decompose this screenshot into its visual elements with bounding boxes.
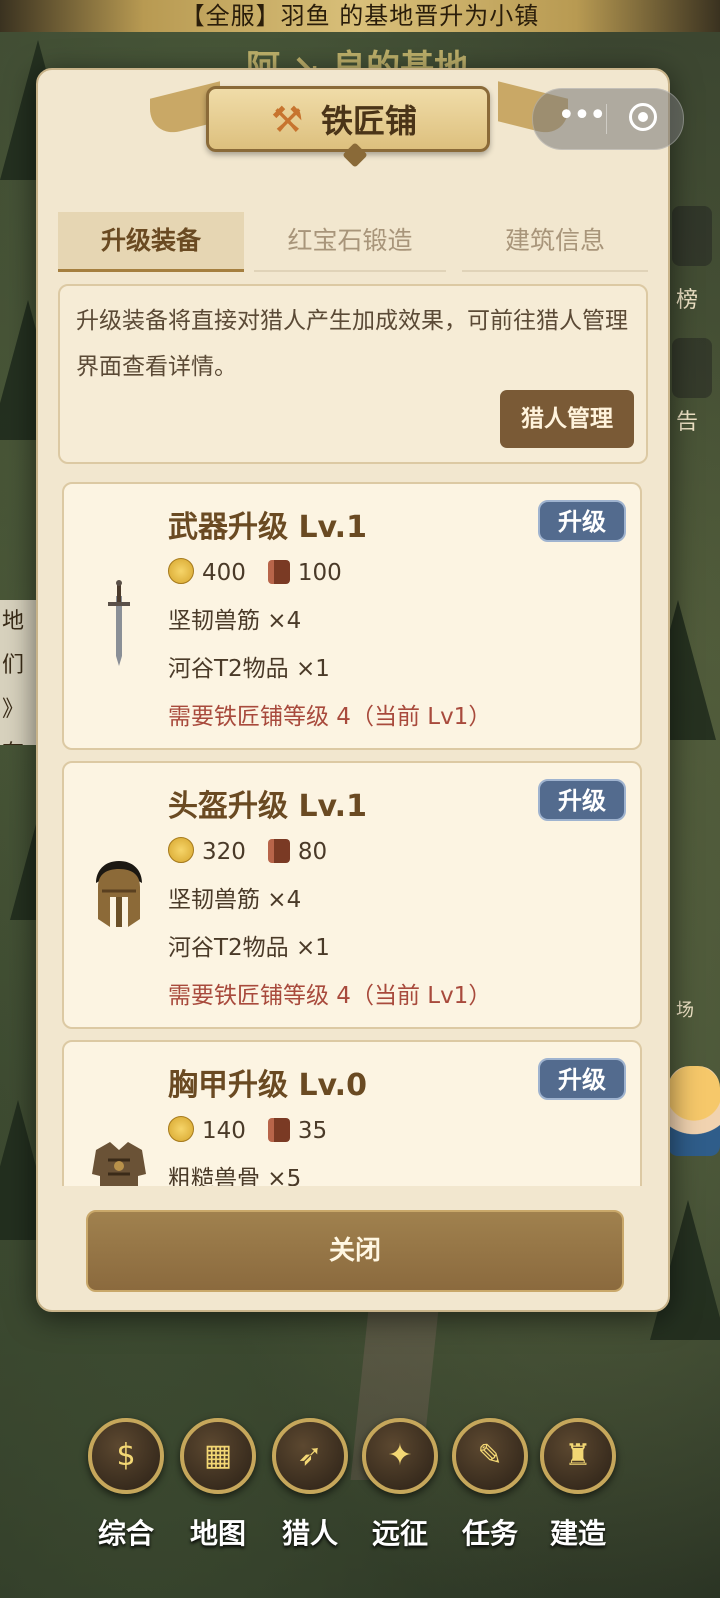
ranking-label[interactable]: 榜 <box>676 282 698 314</box>
nav-expedition[interactable]: 远征 <box>360 1512 440 1552</box>
scroll-icon[interactable]: ✎ <box>452 1418 528 1494</box>
card-title: 武器升级 Lv.1 <box>168 510 367 545</box>
equipment-list[interactable]: 武器升级 Lv.1 升级 400 100 坚韧兽筋 ×4 河谷T2物品 ×1 需要… <box>62 480 644 1186</box>
helmet-icon <box>96 861 142 927</box>
wood-cost: 100 <box>297 560 342 586</box>
blacksmith-modal: 升级装备 红宝石锻造 建筑信息 升级装备将直接对猎人产生加成效果，可前往猎人管理… <box>36 68 670 1312</box>
material-line: 河谷T2物品 ×1 <box>168 935 330 961</box>
coin-icon[interactable]: $ <box>88 1418 164 1494</box>
nav-map[interactable]: 地图 <box>178 1512 258 1552</box>
wood-icon <box>267 1118 290 1142</box>
compass-icon[interactable]: ✦ <box>362 1418 438 1494</box>
gold-coin-icon <box>168 1116 194 1142</box>
material-line: 河谷T2物品 ×1 <box>168 656 330 682</box>
material-line: 坚韧兽筋 ×4 <box>168 608 302 634</box>
more-options-icon[interactable]: ••• <box>553 101 609 133</box>
upgrade-button[interactable]: 升级 <box>538 500 626 542</box>
info-text: 升级装备将直接对猎人产生加成效果，可前往猎人管理界面查看详情。 <box>76 308 628 380</box>
chest-armor-icon <box>92 1142 146 1186</box>
material-line: 粗糙兽骨 ×5 <box>168 1166 302 1186</box>
tab-ruby-forging[interactable]: 红宝石锻造 <box>254 212 446 272</box>
capsule-divider <box>606 104 607 134</box>
bow-icon[interactable]: ➶ <box>272 1418 348 1494</box>
cost-row: 400 100 <box>168 558 342 588</box>
close-miniprogram-icon[interactable] <box>629 103 657 131</box>
requirement-text: 需要铁匠铺等级 4（当前 Lv1） <box>168 704 492 730</box>
cost-row: 140 35 <box>168 1116 327 1146</box>
arena-label[interactable]: 场 <box>676 996 694 1022</box>
weapon-upgrade-card: 武器升级 Lv.1 升级 400 100 坚韧兽筋 ×4 河谷T2物品 ×1 需要… <box>62 482 642 750</box>
tab-building-info[interactable]: 建筑信息 <box>462 212 648 272</box>
gold-coin-icon <box>168 837 194 863</box>
right-side-button[interactable] <box>672 206 712 266</box>
requirement-text: 需要铁匠铺等级 4（当前 Lv1） <box>168 983 492 1009</box>
gold-cost: 320 <box>202 839 246 865</box>
card-title: 胸甲升级 Lv.0 <box>168 1068 367 1103</box>
castle-icon[interactable]: ♜ <box>540 1418 616 1494</box>
material-line: 坚韧兽筋 ×4 <box>168 887 302 913</box>
info-box: 升级装备将直接对猎人产生加成效果，可前往猎人管理界面查看详情。 猎人管理 <box>58 284 648 464</box>
cost-row: 320 80 <box>168 837 327 867</box>
wood-icon <box>267 560 290 584</box>
hunter-management-button[interactable]: 猎人管理 <box>500 390 634 448</box>
sword-icon <box>108 580 130 666</box>
announcement-banner: 【全服】羽鱼 的基地晋升为小镇 <box>0 0 720 32</box>
modal-title: 铁匠铺 <box>321 102 418 140</box>
miniprogram-capsule: ••• <box>532 88 684 150</box>
map-icon[interactable]: ▦ <box>180 1418 256 1494</box>
gold-coin-icon <box>168 558 194 584</box>
nav-general[interactable]: 综合 <box>86 1512 166 1552</box>
gold-cost: 400 <box>202 560 246 586</box>
close-button[interactable]: 关闭 <box>86 1210 624 1292</box>
gold-cost: 140 <box>202 1118 246 1144</box>
notice-label[interactable]: 告 <box>676 404 698 436</box>
modal-title-scroll: ⚒ 铁匠铺 <box>206 86 490 152</box>
wood-icon <box>267 839 290 863</box>
tab-bar: 升级装备 红宝石锻造 建筑信息 <box>58 212 650 272</box>
wood-cost: 35 <box>297 1118 328 1144</box>
helmet-upgrade-card: 头盔升级 Lv.1 升级 320 80 坚韧兽筋 ×4 河谷T2物品 ×1 需要铁… <box>62 761 642 1029</box>
right-side-button[interactable] <box>672 338 712 398</box>
upgrade-button[interactable]: 升级 <box>538 1058 626 1100</box>
nav-hunters[interactable]: 猎人 <box>270 1512 350 1552</box>
nav-build[interactable]: 建造 <box>538 1512 618 1552</box>
nav-tasks[interactable]: 任务 <box>450 1512 530 1552</box>
tab-upgrade-equipment[interactable]: 升级装备 <box>58 212 244 272</box>
upgrade-button[interactable]: 升级 <box>538 779 626 821</box>
hammer-icon: ⚒ <box>271 100 304 141</box>
chest-armor-upgrade-card: 胸甲升级 Lv.0 升级 140 35 粗糙兽骨 ×5 <box>62 1040 642 1186</box>
card-title: 头盔升级 Lv.1 <box>168 789 367 824</box>
wood-cost: 80 <box>297 839 328 865</box>
character-avatar[interactable] <box>668 1066 720 1156</box>
